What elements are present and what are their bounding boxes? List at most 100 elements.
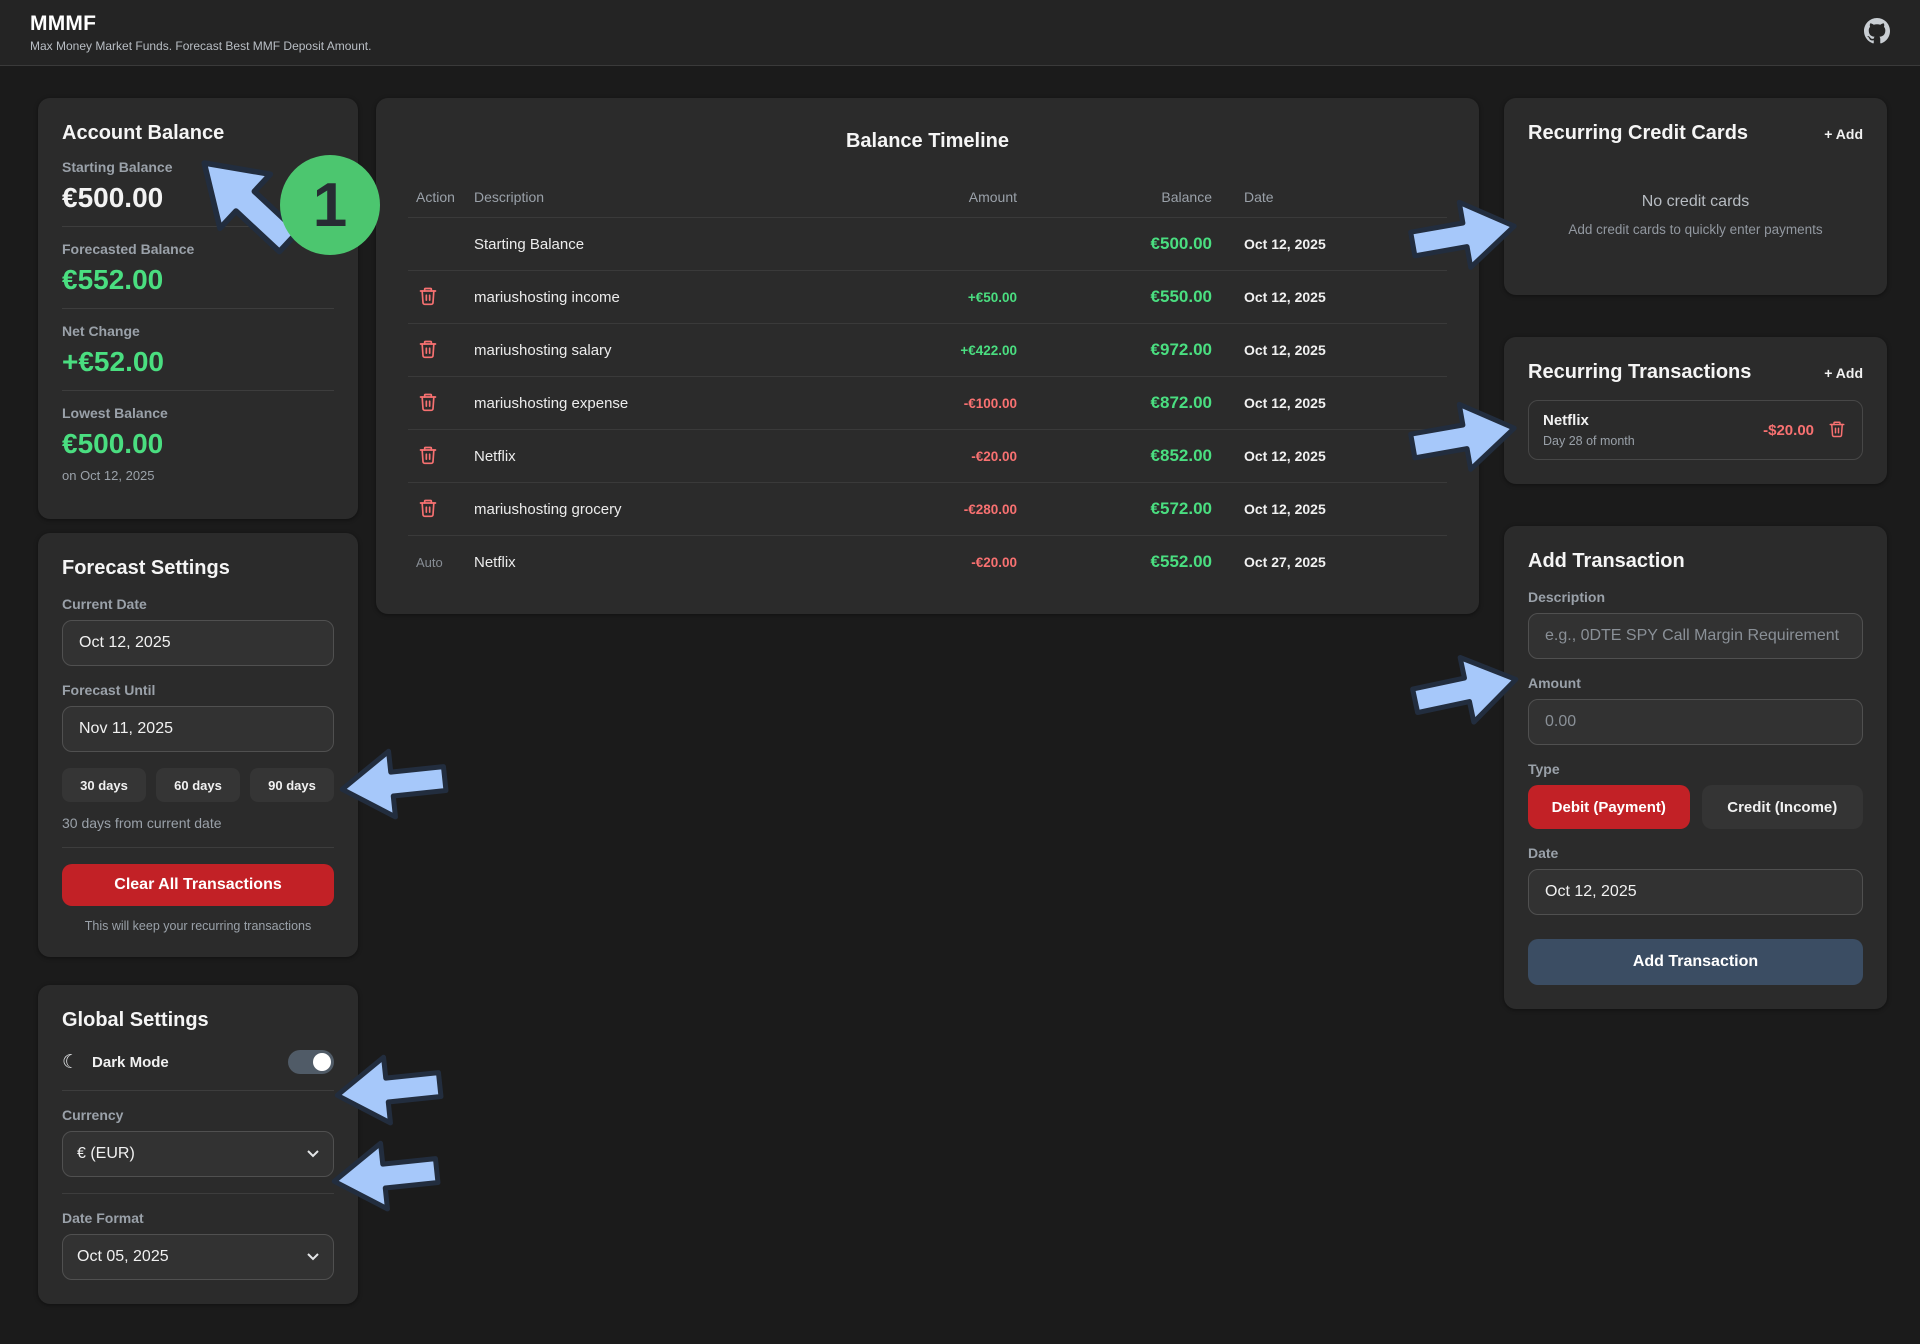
row-date: Oct 12, 2025	[1212, 236, 1447, 252]
starting-balance-item: Starting Balance €500.00	[62, 145, 334, 227]
row-date: Oct 27, 2025	[1212, 554, 1447, 570]
right-column: Recurring Credit Cards + Add No credit c…	[1504, 98, 1887, 1009]
balance-label: Lowest Balance	[62, 405, 334, 421]
recurring-transactions-title: Recurring Transactions	[1528, 361, 1751, 384]
clear-note: This will keep your recurring transactio…	[62, 919, 334, 933]
net-change-value: +€52.00	[62, 346, 334, 378]
balance-label: Starting Balance	[62, 159, 334, 175]
lowest-balance-date: on Oct 12, 2025	[62, 468, 334, 483]
type-label: Type	[1528, 761, 1863, 777]
divider	[62, 1193, 334, 1194]
table-row: Auto Netflix -€20.00 €552.00 Oct 27, 202…	[408, 535, 1447, 588]
date-format-select[interactable]: Oct 05, 2025	[62, 1234, 334, 1280]
account-balance-title: Account Balance	[62, 122, 334, 145]
forecast-settings-card: Forecast Settings Current Date Forecast …	[38, 533, 358, 957]
date-label: Date	[1528, 845, 1863, 861]
transaction-date-input[interactable]	[1528, 869, 1863, 915]
row-description: mariushosting salary	[474, 342, 792, 359]
column-header-action: Action	[408, 189, 474, 205]
row-action-cell	[408, 443, 474, 470]
table-row: Starting Balance €500.00 Oct 12, 2025	[408, 217, 1447, 270]
add-transaction-button[interactable]: Add Transaction	[1528, 939, 1863, 985]
currency-selected-value: € (EUR)	[77, 1145, 135, 1163]
row-balance: €550.00	[1017, 287, 1212, 307]
balance-timeline-card: Balance Timeline Action Description Amou…	[376, 98, 1479, 614]
recurring-item-info: Netflix Day 28 of month	[1543, 412, 1635, 448]
balance-timeline-title: Balance Timeline	[408, 130, 1447, 153]
forecast-settings-title: Forecast Settings	[62, 557, 334, 580]
type-debit-button[interactable]: Debit (Payment)	[1528, 785, 1690, 829]
description-label: Description	[1528, 589, 1863, 605]
row-balance: €552.00	[1017, 552, 1212, 572]
current-date-label: Current Date	[62, 596, 334, 612]
range-90-days-button[interactable]: 90 days	[250, 768, 334, 802]
amount-label: Amount	[1528, 675, 1863, 691]
toggle-knob	[313, 1053, 331, 1071]
type-button-group: Debit (Payment) Credit (Income)	[1528, 785, 1863, 829]
row-description: mariushosting income	[474, 289, 792, 306]
lowest-balance-item: Lowest Balance €500.00 on Oct 12, 2025	[62, 391, 334, 495]
github-icon	[1864, 18, 1890, 47]
recurring-credit-cards-title: Recurring Credit Cards	[1528, 122, 1748, 145]
balance-label: Net Change	[62, 323, 334, 339]
trash-icon	[418, 392, 438, 415]
current-date-input[interactable]	[62, 620, 334, 666]
balance-label: Forecasted Balance	[62, 241, 334, 257]
row-amount: -€100.00	[792, 396, 1017, 411]
range-30-days-button[interactable]: 30 days	[62, 768, 146, 802]
left-column: Account Balance Starting Balance €500.00…	[38, 98, 358, 1304]
trash-icon	[418, 286, 438, 309]
chevron-down-icon	[307, 1145, 319, 1163]
row-action-cell	[408, 496, 474, 523]
delete-transaction-button[interactable]	[416, 284, 440, 311]
row-balance: €852.00	[1017, 446, 1212, 466]
github-link[interactable]	[1864, 18, 1890, 47]
row-amount: -€280.00	[792, 502, 1017, 517]
add-credit-card-button[interactable]: + Add	[1824, 126, 1863, 142]
table-row: Netflix -€20.00 €852.00 Oct 12, 2025	[408, 429, 1447, 482]
table-row: mariushosting expense -€100.00 €872.00 O…	[408, 376, 1447, 429]
forecast-until-input[interactable]	[62, 706, 334, 752]
row-date: Oct 12, 2025	[1212, 448, 1447, 464]
dark-mode-toggle[interactable]	[288, 1050, 334, 1074]
empty-state-subtitle: Add credit cards to quickly enter paymen…	[1528, 222, 1863, 237]
top-bar: MMMF Max Money Market Funds. Forecast Be…	[0, 0, 1920, 66]
row-action-cell	[408, 337, 474, 364]
empty-state-title: No credit cards	[1528, 193, 1863, 211]
range-60-days-button[interactable]: 60 days	[156, 768, 240, 802]
card-header: Recurring Transactions + Add	[1528, 361, 1863, 384]
divider	[62, 847, 334, 848]
chevron-down-icon	[307, 1248, 319, 1266]
column-header-description: Description	[474, 189, 792, 205]
amount-input[interactable]	[1528, 699, 1863, 745]
forecasted-balance-item: Forecasted Balance €552.00	[62, 227, 334, 309]
description-input[interactable]	[1528, 613, 1863, 659]
delete-transaction-button[interactable]	[416, 337, 440, 364]
list-item: Netflix Day 28 of month -$20.00	[1528, 400, 1863, 460]
timeline-header-row: Action Description Amount Balance Date	[408, 177, 1447, 217]
row-date: Oct 12, 2025	[1212, 395, 1447, 411]
date-format-label: Date Format	[62, 1210, 334, 1226]
dark-mode-row: ☾ Dark Mode	[62, 1050, 334, 1074]
net-change-item: Net Change +€52.00	[62, 309, 334, 391]
row-description: mariushosting grocery	[474, 501, 792, 518]
account-balance-card: Account Balance Starting Balance €500.00…	[38, 98, 358, 519]
add-recurring-transaction-button[interactable]: + Add	[1824, 365, 1863, 381]
row-date: Oct 12, 2025	[1212, 501, 1447, 517]
currency-select[interactable]: € (EUR)	[62, 1131, 334, 1177]
delete-transaction-button[interactable]	[416, 390, 440, 417]
center-column: Balance Timeline Action Description Amou…	[376, 98, 1479, 614]
delete-transaction-button[interactable]	[416, 443, 440, 470]
row-action-cell	[408, 284, 474, 311]
clear-all-transactions-button[interactable]: Clear All Transactions	[62, 864, 334, 906]
delete-recurring-button[interactable]	[1826, 418, 1848, 443]
delete-transaction-button[interactable]	[416, 496, 440, 523]
row-balance: €572.00	[1017, 499, 1212, 519]
row-action-cell	[408, 390, 474, 417]
table-row: mariushosting income +€50.00 €550.00 Oct…	[408, 270, 1447, 323]
range-note: 30 days from current date	[62, 815, 334, 831]
forecasted-balance-value: €552.00	[62, 264, 334, 296]
type-credit-button[interactable]: Credit (Income)	[1702, 785, 1864, 829]
date-format-selected-value: Oct 05, 2025	[77, 1248, 169, 1266]
recurring-item-schedule: Day 28 of month	[1543, 434, 1635, 448]
